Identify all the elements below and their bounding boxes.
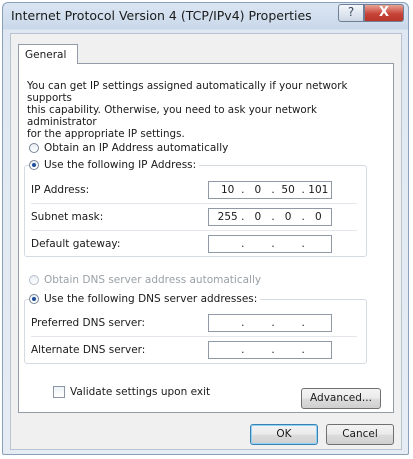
ip-address-octet-4: 101 [308,184,329,196]
row-separator [31,230,357,231]
ip-address-label: IP Address: [31,184,90,196]
advanced-button[interactable]: Advanced... [301,388,381,409]
row-separator [31,203,357,204]
validate-label: Validate settings upon exit [70,386,211,398]
subnet-mask-octet-4: 0 [314,211,322,223]
ip-address-row: IP Address: 10. 0. 50. 101 [29,181,355,199]
ip-auto-radio[interactable] [29,143,39,153]
subnet-mask-label: Subnet mask: [31,211,104,223]
ip-address-octet-3: 50 [281,184,295,196]
dns-manual-radio-row[interactable]: Use the following DNS server addresses: [29,292,261,306]
title-bar[interactable]: Internet Protocol Version 4 (TCP/IPv4) P… [3,3,408,29]
ip-address-octet-1: 10 [220,184,235,196]
alternate-dns-input[interactable]: . . . [208,341,332,359]
subnet-mask-octet-1: 255 [217,211,238,223]
preferred-dns-input[interactable]: . . . [208,314,332,332]
subnet-mask-input[interactable]: 255. 0. 0. 0 [208,208,332,226]
dns-manual-label: Use the following DNS server addresses: [44,293,258,305]
dns-auto-radio-row[interactable]: Obtain DNS server address automatically [29,273,265,287]
dns-manual-radio[interactable] [29,294,39,304]
default-gateway-row: Default gateway: . . . [29,235,355,253]
ok-button[interactable]: OK [250,424,318,445]
default-gateway-input[interactable]: . . . [208,235,332,253]
cancel-button[interactable]: Cancel [326,424,394,445]
preferred-dns-row: Preferred DNS server: . . . [29,314,355,332]
advanced-button-label: Advanced... [310,392,372,404]
ip-auto-radio-row[interactable]: Obtain an IP Address automatically [29,141,232,155]
window-title: Internet Protocol Version 4 (TCP/IPv4) P… [11,8,312,23]
general-panel: You can get IP settings assigned automat… [18,63,394,413]
ip-manual-radio[interactable] [29,160,39,170]
cancel-button-label: Cancel [342,428,378,440]
ip-address-octet-2: 0 [254,184,262,196]
alternate-dns-row: Alternate DNS server: . . . [29,341,355,359]
validate-checkbox[interactable] [53,386,65,398]
intro-text: You can get IP settings assigned automat… [27,80,348,140]
dialog-content: General You can get IP settings assigned… [10,33,402,450]
dialog-window: Internet Protocol Version 4 (TCP/IPv4) P… [2,2,409,455]
subnet-mask-octet-3: 0 [284,211,292,223]
tab-general[interactable]: General [18,44,78,64]
ip-manual-radio-row[interactable]: Use the following IP Address: [29,158,200,172]
dns-auto-label: Obtain DNS server address automatically [44,274,262,286]
help-icon: ? [347,5,355,19]
help-button[interactable]: ? [338,4,364,22]
ip-address-input[interactable]: 10. 0. 50. 101 [208,181,332,199]
subnet-mask-octet-2: 0 [254,211,262,223]
close-icon: X [378,5,390,20]
subnet-mask-row: Subnet mask: 255. 0. 0. 0 [29,208,355,226]
tab-general-label: General [25,49,67,61]
preferred-dns-label: Preferred DNS server: [31,317,146,329]
default-gateway-label: Default gateway: [31,238,121,250]
ip-auto-label: Obtain an IP Address automatically [44,142,229,154]
dns-auto-radio[interactable] [29,275,39,285]
alternate-dns-label: Alternate DNS server: [31,344,146,356]
ip-manual-label: Use the following IP Address: [44,159,197,171]
ok-button-label: OK [276,428,292,440]
close-button[interactable]: X [364,4,404,22]
validate-checkbox-row[interactable]: Validate settings upon exit [53,386,210,398]
row-separator [31,336,357,337]
